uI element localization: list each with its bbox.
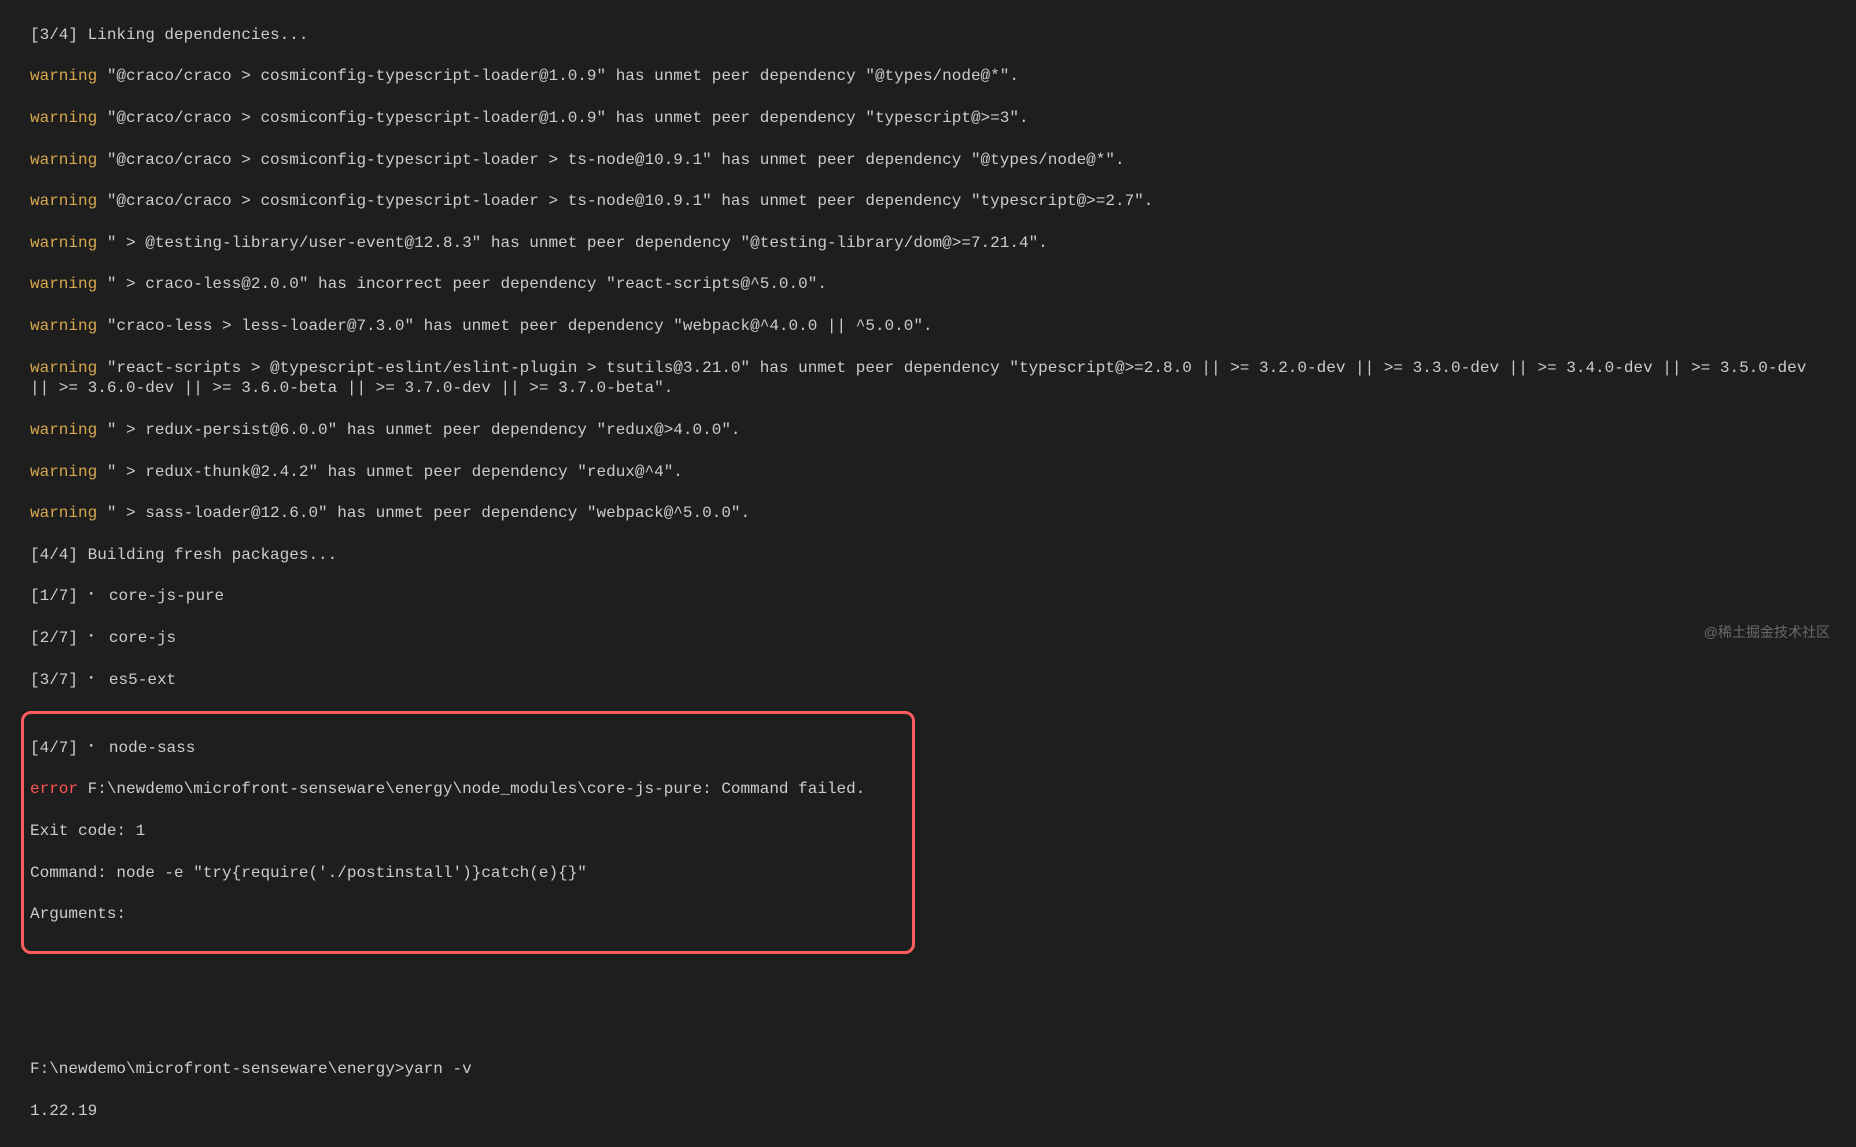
warning-label: warning bbox=[30, 67, 107, 85]
warning-msg: " > sass-loader@12.6.0" has unmet peer d… bbox=[107, 504, 750, 522]
warning-label: warning bbox=[30, 359, 107, 377]
failed-command: Command: node -e "try{require('./postins… bbox=[30, 863, 906, 884]
warning-msg: " > craco-less@2.0.0" has incorrect peer… bbox=[107, 275, 827, 293]
warning-label: warning bbox=[30, 275, 107, 293]
warning-label: warning bbox=[30, 109, 107, 127]
step-linking: [3/4] Linking dependencies... bbox=[30, 25, 1826, 46]
warning-label: warning bbox=[30, 317, 107, 335]
warning-msg: "@craco/craco > cosmiconfig-typescript-l… bbox=[107, 192, 1154, 210]
yarn-version: 1.22.19 bbox=[30, 1101, 1826, 1122]
warning-msg: "craco-less > less-loader@7.3.0" has unm… bbox=[107, 317, 933, 335]
terminal-output[interactable]: [3/4] Linking dependencies... warning "@… bbox=[0, 0, 1856, 1147]
warning-msg: "react-scripts > @typescript-eslint/esli… bbox=[30, 359, 1816, 398]
warning-line: warning " > redux-thunk@2.4.2" has unmet… bbox=[30, 462, 1826, 483]
warning-label: warning bbox=[30, 504, 107, 522]
error-line: error F:\newdemo\microfront-senseware\en… bbox=[30, 779, 906, 800]
warning-label: warning bbox=[30, 234, 107, 252]
warning-line: warning " > craco-less@2.0.0" has incorr… bbox=[30, 274, 1826, 295]
warning-msg: "@craco/craco > cosmiconfig-typescript-l… bbox=[107, 109, 1029, 127]
warning-line: warning "@craco/craco > cosmiconfig-type… bbox=[30, 191, 1826, 212]
spacer bbox=[30, 979, 1826, 1039]
warning-label: warning bbox=[30, 192, 107, 210]
warning-msg: " > redux-persist@6.0.0" has unmet peer … bbox=[107, 421, 741, 439]
warning-label: warning bbox=[30, 421, 107, 439]
warning-line: warning " > redux-persist@6.0.0" has unm… bbox=[30, 420, 1826, 441]
warning-label: warning bbox=[30, 151, 107, 169]
build-progress-node-sass: [4/7] ⠂ node-sass bbox=[30, 738, 906, 759]
warning-msg: "@craco/craco > cosmiconfig-typescript-l… bbox=[107, 67, 1019, 85]
warning-line: warning " > sass-loader@12.6.0" has unme… bbox=[30, 503, 1826, 524]
prompt-line: F:\newdemo\microfront-senseware\energy>y… bbox=[30, 1059, 1826, 1080]
build-progress: [2/7] ⠂ core-js bbox=[30, 628, 1826, 649]
warning-msg: " > redux-thunk@2.4.2" has unmet peer de… bbox=[107, 463, 683, 481]
warning-line: warning "craco-less > less-loader@7.3.0"… bbox=[30, 316, 1826, 337]
build-progress: [3/7] ⠂ es5-ext bbox=[30, 670, 1826, 691]
warning-line: warning "@craco/craco > cosmiconfig-type… bbox=[30, 108, 1826, 129]
error-label: error bbox=[30, 780, 78, 798]
watermark: @稀土掘金技术社区 bbox=[1704, 623, 1830, 641]
warning-line: warning "@craco/craco > cosmiconfig-type… bbox=[30, 66, 1826, 87]
warning-line: warning "react-scripts > @typescript-esl… bbox=[30, 358, 1826, 400]
failed-arguments: Arguments: bbox=[30, 904, 906, 925]
error-msg: F:\newdemo\microfront-senseware\energy\n… bbox=[78, 780, 865, 798]
error-highlight-box: [4/7] ⠂ node-sass error F:\newdemo\micro… bbox=[21, 711, 915, 954]
warning-msg: "@craco/craco > cosmiconfig-typescript-l… bbox=[107, 151, 1125, 169]
warning-line: warning " > @testing-library/user-event@… bbox=[30, 233, 1826, 254]
build-progress: [1/7] ⠂ core-js-pure bbox=[30, 586, 1826, 607]
warning-msg: " > @testing-library/user-event@12.8.3" … bbox=[107, 234, 1048, 252]
step-building: [4/4] Building fresh packages... bbox=[30, 545, 1826, 566]
warning-line: warning "@craco/craco > cosmiconfig-type… bbox=[30, 150, 1826, 171]
exit-code: Exit code: 1 bbox=[30, 821, 906, 842]
warning-label: warning bbox=[30, 463, 107, 481]
